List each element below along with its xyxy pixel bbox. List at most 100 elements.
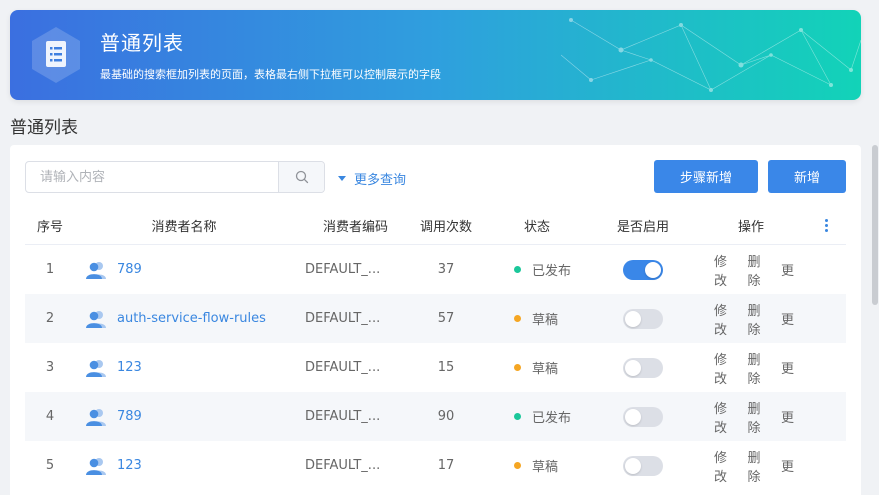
status-badge: 已发布	[532, 411, 572, 426]
delete-link[interactable]: 删除	[747, 447, 768, 485]
delete-link[interactable]: 删除	[747, 251, 768, 289]
enabled-toggle[interactable]	[623, 455, 663, 476]
edit-link[interactable]: 修改	[714, 349, 735, 387]
page-banner: 普通列表 最基础的搜索框加列表的页面，表格最右侧下拉框可以控制展示的字段	[10, 10, 861, 100]
row-index: 5	[45, 458, 55, 473]
caret-down-icon	[338, 176, 346, 181]
status-dot	[514, 462, 521, 469]
empty-cell	[806, 245, 846, 294]
row-index: 4	[45, 409, 55, 424]
name-cell: 789	[75, 245, 293, 294]
more-query-toggle[interactable]: 更多查询	[338, 169, 406, 188]
edit-link[interactable]: 修改	[714, 300, 735, 338]
code-cell: DEFAULT_...	[293, 294, 408, 343]
network-pattern-decoration	[561, 18, 861, 92]
empty-cell	[806, 343, 846, 392]
user-group-icon	[86, 408, 106, 426]
status-dot	[514, 266, 521, 273]
empty-cell	[806, 294, 846, 343]
more-query-label: 更多查询	[354, 173, 407, 188]
delete-link[interactable]: 删除	[747, 349, 768, 387]
consumer-name-link[interactable]: 789	[117, 262, 142, 277]
add-button[interactable]: 新增	[768, 160, 846, 193]
page-scrollbar[interactable]	[871, 145, 879, 495]
toggle-knob	[625, 408, 641, 425]
name-cell: auth-service-flow-rules	[75, 294, 293, 343]
actions-cell: 修改 删除更	[696, 294, 806, 343]
toggle-knob	[625, 457, 641, 474]
user-group-icon	[86, 457, 106, 475]
consumer-name-link[interactable]: 789	[117, 409, 142, 424]
user-group-icon	[86, 261, 106, 279]
status-dot	[514, 413, 521, 420]
empty-cell	[806, 441, 846, 490]
status-badge: 草稿	[532, 313, 559, 328]
delete-link[interactable]: 删除	[747, 398, 768, 436]
more-actions-link[interactable]: 更	[781, 309, 794, 328]
header-name: 消费者名称	[151, 220, 217, 235]
more-actions-link[interactable]: 更	[781, 260, 794, 279]
header-code: 消费者编码	[322, 220, 388, 235]
call-count: 15	[437, 360, 455, 375]
column-settings-button[interactable]	[806, 207, 846, 244]
banner-title: 普通列表	[100, 31, 184, 55]
consumer-name-link[interactable]: 123	[117, 360, 142, 375]
table-row: 5 123 DEFAULT_... 17 草稿 修改 删除更	[25, 441, 846, 490]
kebab-menu-icon	[824, 218, 828, 233]
actions-cell: 修改 删除更	[696, 392, 806, 441]
status-cell: 已发布	[484, 392, 590, 441]
table-row: 1 789 DEFAULT_... 37 已发布 修改 删除更	[25, 245, 846, 294]
delete-link[interactable]: 删除	[747, 300, 768, 338]
header-index: 序号	[36, 220, 63, 235]
empty-cell	[806, 392, 846, 441]
status-badge: 已发布	[532, 264, 572, 279]
consumer-name-link[interactable]: 123	[117, 458, 142, 473]
table-body: 1 789 DEFAULT_... 37 已发布 修改 删除更 2 auth-service-f…	[25, 245, 846, 490]
enabled-toggle[interactable]	[623, 308, 663, 329]
search-icon	[295, 170, 308, 184]
enabled-cell	[590, 294, 696, 343]
table-row: 2 auth-service-flow-rules DEFAULT_... 57 草稿 修…	[25, 294, 846, 343]
enabled-toggle[interactable]	[623, 406, 663, 427]
call-count: 37	[437, 262, 455, 277]
search-button[interactable]	[278, 162, 324, 192]
call-count: 57	[437, 311, 455, 326]
status-badge: 草稿	[532, 362, 559, 377]
name-cell: 789	[75, 392, 293, 441]
consumer-code: DEFAULT_...	[305, 458, 381, 473]
edit-link[interactable]: 修改	[714, 398, 735, 436]
enabled-cell	[590, 441, 696, 490]
code-cell: DEFAULT_...	[293, 245, 408, 294]
table-header: 序号 消费者名称 消费者编码 调用次数 状态 是否启用 操作	[25, 207, 846, 245]
consumer-code: DEFAULT_...	[305, 360, 381, 375]
search-input[interactable]	[26, 162, 278, 192]
step-add-button[interactable]: 步骤新增	[654, 160, 758, 193]
call-count: 90	[437, 409, 455, 424]
enabled-toggle[interactable]	[623, 357, 663, 378]
code-cell: DEFAULT_...	[293, 392, 408, 441]
table-row: 3 123 DEFAULT_... 15 草稿 修改 删除更	[25, 343, 846, 392]
more-actions-link[interactable]: 更	[781, 407, 794, 426]
code-cell: DEFAULT_...	[293, 441, 408, 490]
enabled-cell	[590, 245, 696, 294]
actions-cell: 修改 删除更	[696, 441, 806, 490]
edit-link[interactable]: 修改	[714, 251, 735, 289]
edit-link[interactable]: 修改	[714, 447, 735, 485]
banner-description: 最基础的搜索框加列表的页面，表格最右侧下拉框可以控制展示的字段	[100, 68, 441, 81]
scrollbar-thumb[interactable]	[872, 145, 878, 305]
row-index: 3	[45, 360, 55, 375]
more-actions-link[interactable]: 更	[781, 358, 794, 377]
status-cell: 草稿	[484, 294, 590, 343]
name-cell: 123	[75, 343, 293, 392]
header-actions: 操作	[737, 220, 764, 235]
actions-cell: 修改 删除更	[696, 245, 806, 294]
document-list-icon	[32, 27, 80, 83]
consumer-name-link[interactable]: auth-service-flow-rules	[117, 311, 266, 326]
header-calls: 调用次数	[419, 220, 472, 235]
status-badge: 草稿	[532, 460, 559, 475]
user-group-icon	[86, 359, 106, 377]
user-group-icon	[86, 310, 106, 328]
status-dot	[514, 315, 521, 322]
enabled-toggle[interactable]	[623, 259, 663, 280]
more-actions-link[interactable]: 更	[781, 456, 794, 475]
